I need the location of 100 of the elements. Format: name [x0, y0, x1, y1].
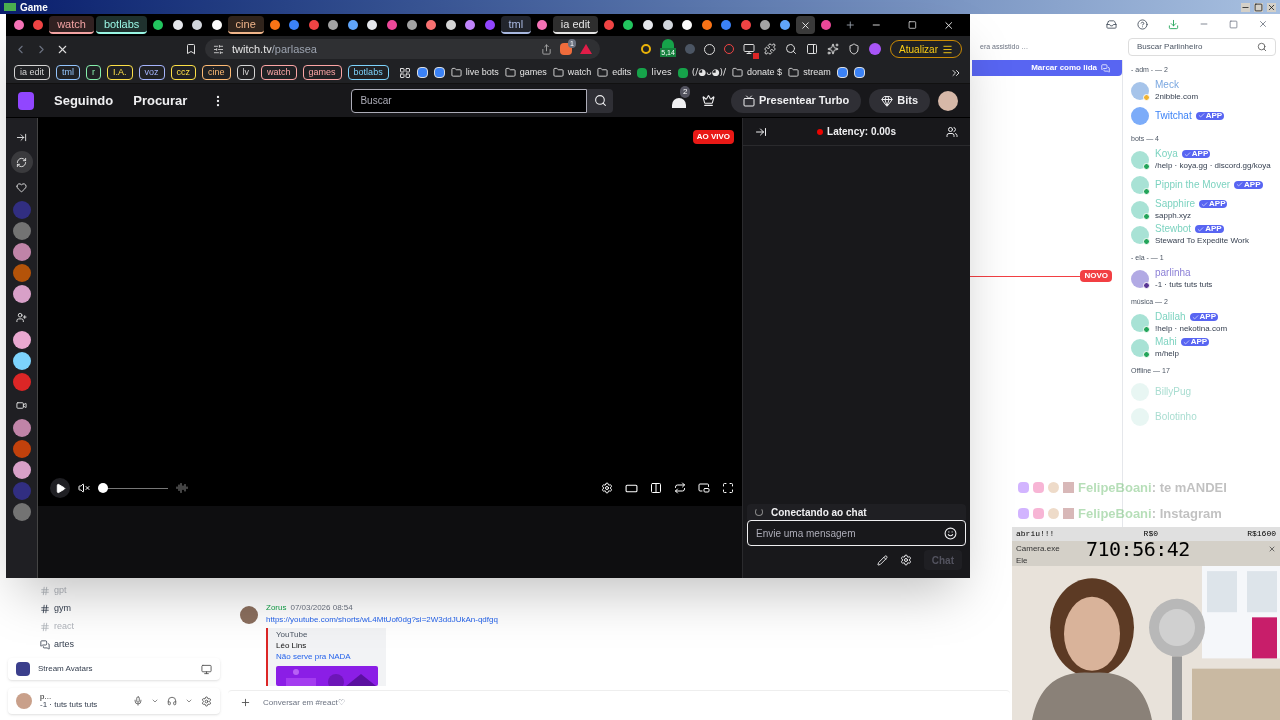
bookmark-folder[interactable]: live bots [450, 65, 499, 80]
mark-read-banner[interactable]: Marcar como lida [972, 60, 1122, 76]
bookmark-icon[interactable] [836, 67, 848, 78]
user-avatar[interactable] [938, 90, 958, 111]
share-icon[interactable] [541, 43, 552, 55]
channel-avatar[interactable] [12, 243, 31, 261]
browser-tab[interactable]: botlabs [95, 16, 148, 34]
picture-in-picture-icon[interactable] [698, 482, 710, 494]
bookmark-group[interactable]: watch [261, 65, 297, 80]
headphones-icon[interactable] [167, 696, 177, 706]
triangle-extension-icon[interactable] [580, 44, 592, 54]
pencil-icon[interactable] [876, 554, 888, 566]
minimize-icon[interactable] [1241, 2, 1250, 12]
member-avatar[interactable] [1131, 269, 1149, 288]
member-name[interactable]: Twitchat [1155, 110, 1192, 121]
channel-item[interactable]: artes [40, 636, 228, 654]
new-tab-icon[interactable] [844, 19, 856, 31]
twitch-logo-icon[interactable] [18, 91, 34, 110]
menu-item[interactable]: Ele [1012, 556, 1280, 566]
browser-tab[interactable]: watch [49, 16, 94, 34]
volume-slider[interactable] [98, 482, 168, 494]
emoji-icon[interactable] [944, 526, 957, 540]
member-name[interactable]: parlinha [1155, 268, 1191, 278]
help-icon[interactable] [1137, 18, 1148, 30]
side-panel-icon[interactable] [806, 43, 819, 55]
bookmark-icon[interactable] [416, 67, 428, 78]
browser-tab[interactable]: tml [500, 16, 532, 34]
drops-icon[interactable] [671, 97, 686, 108]
users-icon[interactable] [946, 125, 958, 138]
bookmark-group[interactable]: ccz [170, 65, 197, 80]
goal-label: abriu!!! [1016, 528, 1055, 540]
bookmark-group[interactable]: ia edit [14, 65, 51, 80]
browser-tab[interactable]: cine [227, 16, 264, 34]
shield-icon[interactable] [848, 43, 861, 55]
channel-avatar[interactable] [12, 285, 31, 303]
play-button[interactable] [50, 478, 70, 498]
search-field[interactable]: Buscar [351, 88, 588, 113]
bookmark-folder[interactable]: watch [552, 65, 592, 80]
channel-avatar[interactable] [12, 352, 31, 370]
nav-link[interactable]: Seguindo [54, 90, 114, 111]
mic-icon[interactable] [133, 696, 143, 706]
bookmark-group[interactable]: I.A. [107, 65, 133, 80]
bookmark-icon[interactable] [853, 67, 865, 78]
bookmark-link[interactable]: (/◕ᴗ◕)/ [677, 65, 727, 80]
chevron-icon[interactable] [185, 697, 193, 705]
bits-button[interactable]: Bits [869, 88, 930, 113]
sparkle-icon[interactable] [827, 43, 840, 55]
bookmark-link[interactable]: lives [637, 65, 672, 80]
bookmark-group[interactable]: r [86, 65, 102, 80]
bookmark-folder[interactable]: games [504, 65, 547, 80]
browser-tab[interactable]: ia edit [552, 16, 599, 34]
chat-input[interactable]: Envie uma mensagem [747, 520, 966, 546]
message-link[interactable]: https://youtube.com/shorts/wL4MtUof0dg?si=2W3ddJUkAn-qdfgq [266, 614, 498, 626]
bookmark-icon[interactable] [185, 43, 197, 55]
extension-icon[interactable] [641, 44, 652, 54]
nav-link[interactable]: Procurar [133, 90, 188, 111]
bookmark-folder[interactable]: donate $ [732, 65, 783, 80]
search-field[interactable]: Buscar Parlinheiro [1128, 38, 1276, 56]
channel-avatar[interactable] [12, 461, 31, 479]
profile-icon[interactable] [869, 43, 882, 55]
close-icon[interactable] [799, 19, 811, 31]
menu-icon[interactable] [942, 43, 953, 55]
extensions-icon[interactable] [764, 43, 777, 55]
browser-tab[interactable] [795, 16, 816, 34]
bookmark-group[interactable]: cine [202, 65, 231, 80]
stream-avatars-panel[interactable]: Stream Avatars [8, 658, 220, 680]
bookmark-icon[interactable] [433, 67, 445, 78]
mute-icon[interactable] [78, 482, 90, 494]
apps-icon[interactable] [398, 66, 411, 79]
crown-icon[interactable] [701, 94, 715, 107]
embed-title[interactable]: Não serve pra NADA [276, 652, 386, 662]
bookmark-group[interactable]: botlabs [347, 65, 389, 80]
turbo-button[interactable]: Presentear Turbo [730, 88, 862, 113]
swap-icon[interactable] [674, 482, 686, 494]
bookmark-group[interactable]: voz [138, 65, 165, 80]
inbox-icon[interactable] [1106, 18, 1117, 30]
bookmark-group[interactable]: tml [56, 65, 81, 80]
close-icon[interactable] [1267, 2, 1276, 12]
download-icon[interactable] [1168, 18, 1179, 30]
message-author[interactable]: Zorus [266, 602, 287, 614]
chevron-icon[interactable] [151, 697, 159, 705]
volume-thumb[interactable] [98, 483, 108, 493]
channel-item[interactable]: gym [40, 600, 228, 618]
restore-icon[interactable] [1254, 2, 1263, 12]
bookmark-group[interactable]: games [302, 65, 342, 80]
bookmark-group[interactable]: lv [236, 65, 256, 80]
refresh-icon[interactable] [10, 151, 33, 173]
site-settings-icon[interactable] [213, 43, 224, 55]
collapse-chat-icon[interactable] [755, 125, 767, 138]
bookmark-folder[interactable]: stream [788, 65, 831, 80]
bookmark-folder[interactable]: edits [597, 65, 632, 80]
author-avatar[interactable] [240, 606, 258, 624]
search-button[interactable] [587, 88, 614, 113]
fullscreen-icon[interactable] [722, 482, 734, 494]
search-icon[interactable] [785, 43, 798, 55]
screen-share-icon[interactable] [201, 663, 212, 675]
panel-icon[interactable] [650, 482, 662, 494]
channel-avatar[interactable] [12, 419, 31, 437]
add-icon[interactable] [240, 697, 251, 708]
channel-avatar[interactable] [12, 331, 31, 349]
